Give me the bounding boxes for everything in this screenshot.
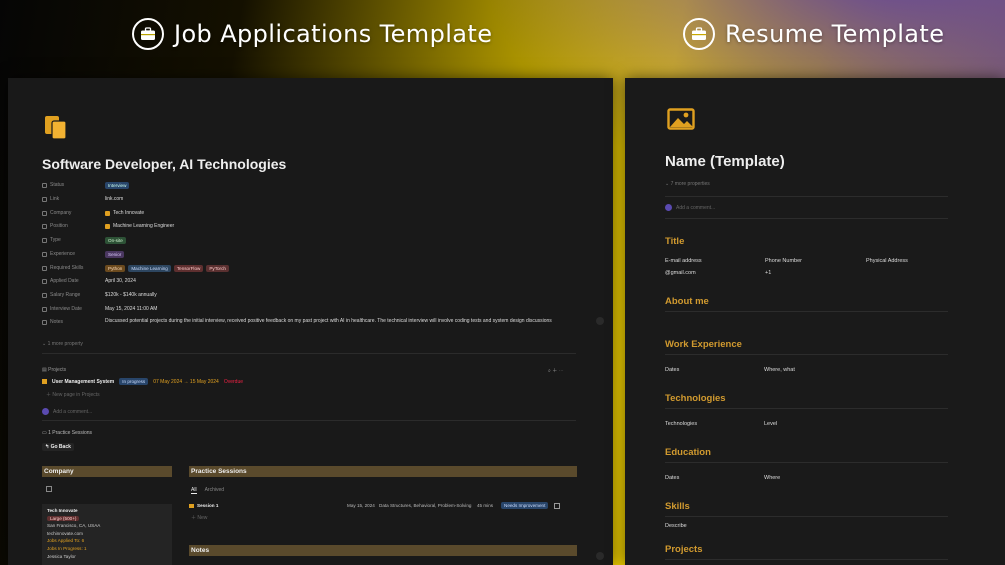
- section-about-heading: About me: [665, 296, 709, 307]
- prop-type[interactable]: Type On-site: [42, 235, 126, 245]
- divider: [665, 462, 948, 463]
- page-title: Software Developer, AI Technologies: [42, 156, 287, 172]
- prop-status[interactable]: Status Interview: [42, 180, 130, 190]
- prop-applied-date[interactable]: Applied Date April 30, 2024: [42, 276, 136, 286]
- divider: [665, 516, 948, 517]
- divider: [665, 408, 948, 409]
- phone-value[interactable]: +1: [765, 270, 771, 276]
- link-value[interactable]: link.com: [105, 196, 123, 202]
- job-application-page: Software Developer, AI Technologies Stat…: [8, 78, 613, 565]
- go-back-button[interactable]: ↰ Go Back: [42, 443, 74, 451]
- section-work-heading: Work Experience: [665, 339, 742, 350]
- project-status-badge: In progress: [119, 378, 149, 385]
- skill-tag[interactable]: Python: [105, 264, 126, 272]
- skills-describe: Describe: [665, 523, 687, 529]
- resume-header: Resume Template: [683, 18, 944, 50]
- session-tag: Needs Improvement: [501, 502, 549, 509]
- skill-tag[interactable]: Machine Learning: [128, 264, 171, 272]
- work-dates: Dates: [665, 367, 680, 373]
- prop-salary-range[interactable]: Salary Range $120k - $140k annually: [42, 290, 157, 300]
- divider: [665, 559, 948, 560]
- session-row[interactable]: Session 1 May 15, 2024 Data Structures, …: [189, 502, 577, 509]
- job-applications-title: Job Applications Template: [174, 20, 493, 48]
- image-icon: [667, 108, 695, 130]
- avatar: [42, 408, 49, 415]
- experience-badge[interactable]: Senior: [105, 250, 125, 258]
- documents-icon: [45, 116, 67, 140]
- company-section-header: Company: [42, 466, 172, 477]
- status-badge[interactable]: Interview: [105, 181, 130, 189]
- projects-toolbar[interactable]: ⌕ ＋ ⋯: [548, 367, 564, 374]
- divider: [665, 311, 948, 312]
- comment-input[interactable]: Add a comment...: [42, 408, 92, 415]
- phone-label: Phone Number: [765, 258, 802, 264]
- position-icon: [105, 223, 110, 229]
- practice-sessions-header: Practice Sessions: [189, 466, 577, 477]
- email-value[interactable]: @gmail.com: [665, 270, 696, 276]
- skill-tag[interactable]: TensorFlow: [173, 264, 204, 272]
- divider: [42, 420, 576, 421]
- prop-interview-date[interactable]: Interview Date May 15, 2024 11:00 AM: [42, 304, 157, 314]
- technologies-label: Technologies: [665, 421, 698, 427]
- more-properties-toggle[interactable]: ⌄ 1 more property: [42, 341, 83, 347]
- section-title-heading: Title: [665, 236, 685, 247]
- briefcase-icon: [683, 18, 715, 50]
- skill-tag[interactable]: PyTorch: [206, 264, 229, 272]
- job-applications-header: Job Applications Template: [132, 18, 492, 50]
- education-dates: Dates: [665, 475, 680, 481]
- divider: [42, 353, 576, 354]
- tab-all[interactable]: All: [191, 487, 197, 494]
- resume-page: Name (Template) ⌄ 7 more properties Add …: [625, 78, 1005, 565]
- session-checkbox[interactable]: [554, 502, 561, 509]
- more-properties-toggle[interactable]: ⌄ 7 more properties: [665, 181, 710, 187]
- section-technologies-heading: Technologies: [665, 393, 726, 404]
- prop-experience[interactable]: Experience Senior: [42, 249, 125, 259]
- new-session-button[interactable]: ＋ New: [191, 514, 207, 521]
- level-label: Level: [764, 421, 778, 427]
- section-skills-heading: Skills: [665, 501, 690, 512]
- building-icon: [46, 486, 52, 492]
- address-label: Physical Address: [866, 258, 908, 264]
- company-icon: [105, 210, 110, 216]
- resume-page-title: Name (Template): [665, 153, 785, 170]
- section-projects-heading: Projects: [665, 544, 703, 555]
- view-tabs: All Archived: [191, 487, 224, 494]
- company-card[interactable]: Tech Innovate Large (500+) San Francisco…: [42, 504, 172, 565]
- education-where: Where: [764, 475, 781, 481]
- folder-icon: [42, 379, 47, 384]
- briefcase-icon: [132, 18, 164, 50]
- divider: [665, 354, 948, 355]
- session-icon: [189, 503, 194, 508]
- practice-sessions-count: ▭ 1 Practice Sessions: [42, 430, 93, 436]
- expand-icon[interactable]: [596, 552, 604, 560]
- notes-section-header: Notes: [189, 545, 577, 556]
- tab-archived[interactable]: Archived: [205, 487, 224, 494]
- type-badge[interactable]: On-site: [105, 236, 126, 244]
- email-label: E-mail address: [665, 258, 702, 264]
- prop-link[interactable]: Link link.com: [42, 194, 123, 204]
- prop-company[interactable]: Company Tech Innovate: [42, 208, 144, 218]
- prop-position[interactable]: Position Machine Learning Engineer: [42, 221, 174, 231]
- divider: [665, 196, 948, 197]
- avatar: [665, 204, 672, 211]
- prop-required-skills[interactable]: Required Skills Python Machine Learning …: [42, 263, 229, 273]
- project-row[interactable]: User Management System In progress 07 Ma…: [42, 378, 243, 385]
- new-page-button[interactable]: ＋ New page in Projects: [46, 391, 100, 398]
- divider: [665, 218, 948, 219]
- comment-input[interactable]: Add a comment...: [665, 204, 715, 211]
- prop-notes[interactable]: Notes Discussed potential projects during…: [42, 318, 555, 334]
- work-where: Where, what: [764, 367, 795, 373]
- expand-icon[interactable]: [596, 317, 604, 325]
- projects-label: ▤ Projects: [42, 367, 67, 373]
- resume-title: Resume Template: [725, 20, 945, 48]
- section-education-heading: Education: [665, 447, 711, 458]
